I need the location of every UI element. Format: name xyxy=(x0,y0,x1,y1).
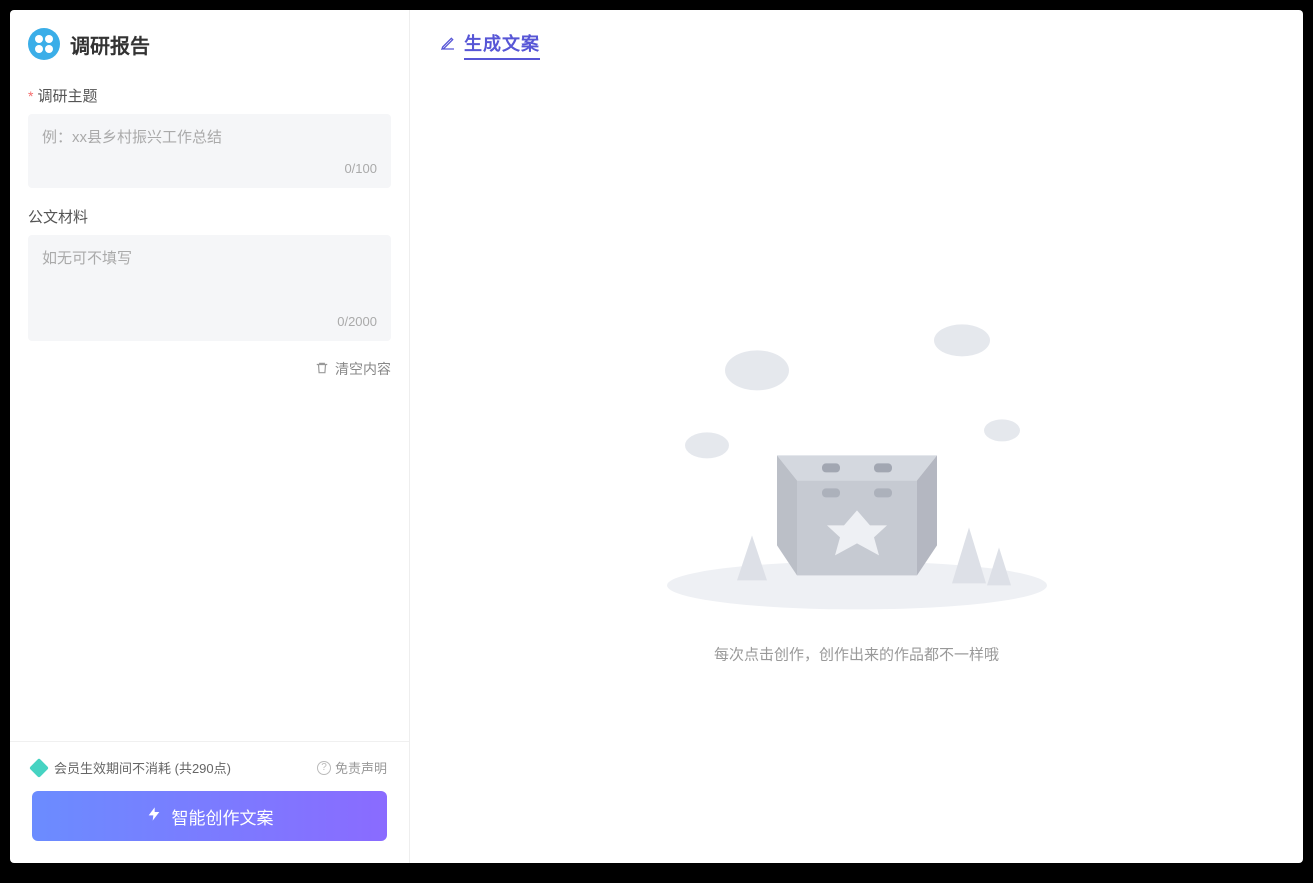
question-circle-icon: ? xyxy=(317,761,331,775)
pencil-icon xyxy=(440,35,456,56)
topic-counter: 0/100 xyxy=(42,161,377,176)
trash-icon xyxy=(315,361,329,378)
app-logo-icon xyxy=(28,28,60,60)
disclaimer-link[interactable]: ? 免责声明 xyxy=(317,758,387,777)
left-panel-header: 调研报告 xyxy=(10,10,409,70)
topic-label: 调研主题 xyxy=(37,85,97,106)
material-field: 公文材料 0/2000 xyxy=(28,206,391,341)
generate-button-label: 智能创作文案 xyxy=(172,804,274,829)
generate-button[interactable]: 智能创作文案 xyxy=(32,791,387,841)
empty-illustration-icon xyxy=(647,285,1067,625)
material-counter: 0/2000 xyxy=(42,314,377,329)
page-title: 调研报告 xyxy=(70,30,150,59)
right-panel-title: 生成文案 xyxy=(464,30,540,60)
topic-field: * 调研主题 0/100 xyxy=(28,85,391,188)
required-marker: * xyxy=(28,88,33,104)
credits-diamond-icon xyxy=(29,758,49,778)
bolt-icon xyxy=(146,805,162,828)
material-label: 公文材料 xyxy=(28,206,88,227)
credits-text: 会员生效期间不消耗 (共290点) xyxy=(54,758,231,777)
clear-content-button[interactable]: 清空内容 xyxy=(315,359,391,379)
clear-content-label: 清空内容 xyxy=(335,359,391,379)
disclaimer-label: 免责声明 xyxy=(335,758,387,777)
topic-input[interactable] xyxy=(42,126,377,150)
right-panel-header: 生成文案 xyxy=(440,30,1273,60)
empty-state: 每次点击创作，创作出来的作品都不一样哦 xyxy=(597,285,1117,664)
empty-state-text: 每次点击创作，创作出来的作品都不一样哦 xyxy=(597,643,1117,664)
material-input[interactable] xyxy=(42,247,377,303)
